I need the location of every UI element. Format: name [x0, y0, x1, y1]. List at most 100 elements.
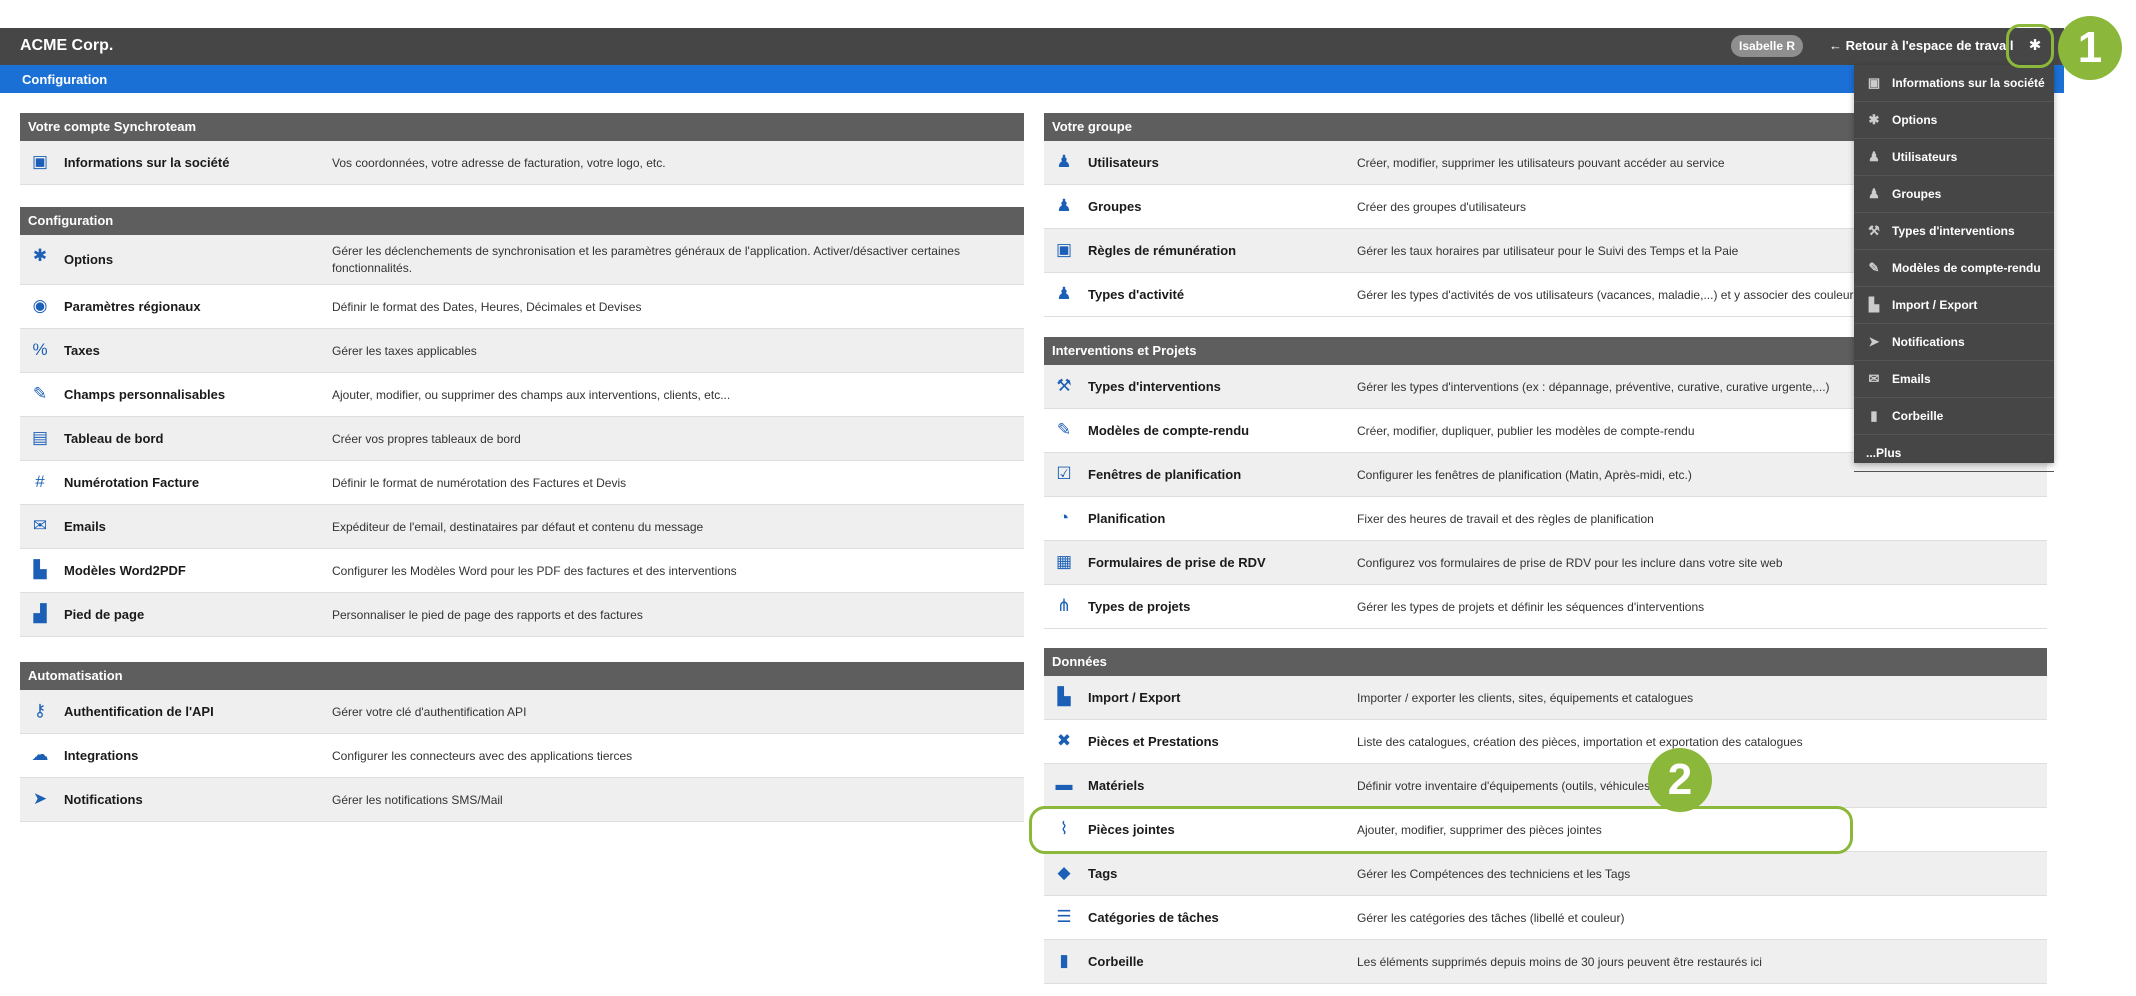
edit-icon: ✎ [32, 384, 48, 403]
row-label[interactable]: Options [64, 252, 113, 267]
settings-row[interactable]: ◆ Tags Gérer les Compétences des technicie… [1044, 852, 2047, 896]
panel-votre-compte: Votre compte Synchroteam ▣ Informations s… [20, 113, 1024, 185]
panel-title: Votre compte Synchroteam [20, 113, 1024, 141]
settings-row[interactable]: ▙ Import / Export Importer / exporter les … [1044, 676, 2047, 720]
dropdown-item[interactable]: ✱ Options [1854, 102, 2054, 139]
row-description: Définir le format des Dates, Heures, Déc… [332, 300, 642, 314]
row-label[interactable]: Pied de page [64, 607, 144, 622]
panel-automatisation: Automatisation ⚷ Authentification de l'AP… [20, 662, 1024, 822]
dropdown-item[interactable]: ▣ Informations sur la société [1854, 65, 2054, 102]
money-icon: ▣ [1055, 240, 1073, 259]
settings-row[interactable]: ✉ Emails Expéditeur de l'email, destinatai… [20, 505, 1024, 549]
row-label[interactable]: Integrations [64, 748, 138, 763]
row-label[interactable]: Notifications [64, 792, 143, 807]
dropdown-item[interactable]: ✎ Modèles de compte-rendu [1854, 250, 2054, 287]
row-label[interactable]: Paramètres régionaux [64, 299, 201, 314]
globe-icon: ◉ [32, 296, 48, 315]
row-description: Configurez vos formulaires de prise de R… [1357, 556, 1783, 570]
user-badge[interactable]: Isabelle R [1731, 35, 1804, 57]
settings-row[interactable]: ➤ Notifications Gérer les notifications SM… [20, 778, 1024, 822]
dropdown-item[interactable]: ✉ Emails [1854, 361, 2054, 398]
row-label[interactable]: Modèles Word2PDF [64, 563, 186, 578]
row-label[interactable]: Règles de rémunération [1088, 243, 1236, 258]
csv-file-icon: ▙ [1869, 297, 1879, 312]
row-description: Configurer les Modèles Word pour les PDF… [332, 564, 737, 578]
dropdown-item-label: Modèles de compte-rendu [1892, 261, 2041, 275]
row-label[interactable]: Numérotation Facture [64, 475, 199, 490]
row-label[interactable]: Import / Export [1088, 690, 1180, 705]
settings-row[interactable]: ▦ Formulaires de prise de RDV Configurez v… [1044, 541, 2047, 585]
users-icon: ♟ [1868, 186, 1880, 201]
settings-row[interactable]: ☁ Integrations Configurer les connecteurs … [20, 734, 1024, 778]
top-bar: ACME Corp. Isabelle R ← Retour à l'espac… [0, 28, 2064, 65]
settings-row[interactable]: ⚷ Authentification de l'API Gérer votre cl… [20, 690, 1024, 734]
row-description: Fixer des heures de travail et des règle… [1357, 512, 1654, 526]
dropdown-item-label: Types d'interventions [1892, 224, 2015, 238]
row-label[interactable]: Champs personnalisables [64, 387, 225, 402]
settings-row[interactable]: ✱ Options Gérer les déclenchements de sync… [20, 235, 1024, 285]
settings-row[interactable]: ▮ Corbeille Les éléments supprimés depuis … [1044, 940, 2047, 984]
row-description: Expéditeur de l'email, destinataires par… [332, 520, 704, 534]
settings-row[interactable]: ▤ Tableau de bord Créer vos propres tablea… [20, 417, 1024, 461]
settings-row[interactable]: % Taxes Gérer les taxes applicables [20, 329, 1024, 373]
dropdown-item[interactable]: ...Plus [1854, 435, 2054, 472]
project-diagram-icon: ⋔ [1056, 596, 1072, 615]
back-to-workspace-link[interactable]: ← Retour à l'espace de travail [1829, 38, 2013, 53]
row-label[interactable]: Types d'interventions [1088, 379, 1221, 394]
brand-name: ACME Corp. [20, 37, 114, 54]
settings-row[interactable]: ☰ Catégories de tâches Gérer les catégorie… [1044, 896, 2047, 940]
settings-row[interactable]: # Numérotation Facture Définir le format d… [20, 461, 1024, 505]
row-label[interactable]: Modèles de compte-rendu [1088, 423, 1249, 438]
dropdown-item[interactable]: ♟ Utilisateurs [1854, 139, 2054, 176]
row-description: Définir le format de numérotation des Fa… [332, 476, 627, 490]
user-edit-icon: ♟ [1868, 149, 1880, 164]
row-label[interactable]: Formulaires de prise de RDV [1088, 555, 1266, 570]
row-label[interactable]: Pièces et Prestations [1088, 734, 1219, 749]
row-label[interactable]: Tags [1088, 866, 1117, 881]
dropdown-item-label: Notifications [1892, 335, 1965, 349]
list-icon: ☰ [1056, 907, 1072, 926]
settings-row[interactable]: ▣ Informations sur la société Vos coordonn… [20, 141, 1024, 185]
dropdown-item-label: Import / Export [1892, 298, 1978, 312]
row-description: Ajouter, modifier, ou supprimer des cham… [332, 388, 731, 402]
row-label[interactable]: Types de projets [1088, 599, 1190, 614]
row-label[interactable]: Matériels [1088, 778, 1144, 793]
row-label[interactable]: Informations sur la société [64, 155, 229, 170]
panel-title: Configuration [20, 207, 1024, 235]
row-label[interactable]: Utilisateurs [1088, 155, 1159, 170]
toolbox-icon: ▬ [1055, 775, 1073, 794]
gear-icon: ✱ [1868, 112, 1880, 127]
settings-row[interactable]: ⋔ Types de projets Gérer les types de proj… [1044, 585, 2047, 629]
row-label[interactable]: Tableau de bord [64, 431, 163, 446]
row-label[interactable]: Groupes [1088, 199, 1141, 214]
dropdown-item[interactable]: ▙ Import / Export [1854, 287, 2054, 324]
row-label[interactable]: Planification [1088, 511, 1165, 526]
row-description: Importer / exporter les clients, sites, … [1357, 691, 1694, 705]
settings-row[interactable]: ▙ Modèles Word2PDF Configurer les Modèles … [20, 549, 1024, 593]
settings-row[interactable]: ◉ Paramètres régionaux Définir le format d… [20, 285, 1024, 329]
settings-row[interactable]: ◔ Planification Fixer des heures de travai… [1044, 497, 2047, 541]
row-label[interactable]: Taxes [64, 343, 100, 358]
panel-title: Automatisation [20, 662, 1024, 690]
id-card-icon: ▣ [1867, 75, 1881, 90]
row-label[interactable]: Emails [64, 519, 106, 534]
row-description: Gérer les Compétences des techniciens et… [1357, 867, 1631, 881]
key-icon: ⚷ [33, 701, 47, 720]
dropdown-item[interactable]: ➤ Notifications [1854, 324, 2054, 361]
settings-row[interactable]: ▬ Matériels Définir votre inventaire d'équ… [1044, 764, 2047, 808]
row-label[interactable]: Fenêtres de planification [1088, 467, 1241, 482]
settings-row[interactable]: ✎ Champs personnalisables Ajouter, modifie… [20, 373, 1024, 417]
dropdown-item[interactable]: ▮ Corbeille [1854, 398, 2054, 435]
row-label[interactable]: Authentification de l'API [64, 704, 214, 719]
row-label[interactable]: Types d'activité [1088, 287, 1184, 302]
callout-2: 2 [1648, 748, 1712, 812]
highlight-ring-gear [2006, 24, 2054, 68]
row-label[interactable]: Catégories de tâches [1088, 910, 1219, 925]
row-description: Gérer les taxes applicables [332, 344, 477, 358]
dropdown-item[interactable]: ♟ Groupes [1854, 176, 2054, 213]
dropdown-item[interactable]: ⚒ Types d'interventions [1854, 213, 2054, 250]
settings-row[interactable]: ✖ Pièces et Prestations Liste des catalogu… [1044, 720, 2047, 764]
settings-row[interactable]: ▟ Pied de page Personnaliser le pied de pa… [20, 593, 1024, 637]
hash-icon: # [35, 472, 45, 491]
row-label[interactable]: Corbeille [1088, 954, 1144, 969]
